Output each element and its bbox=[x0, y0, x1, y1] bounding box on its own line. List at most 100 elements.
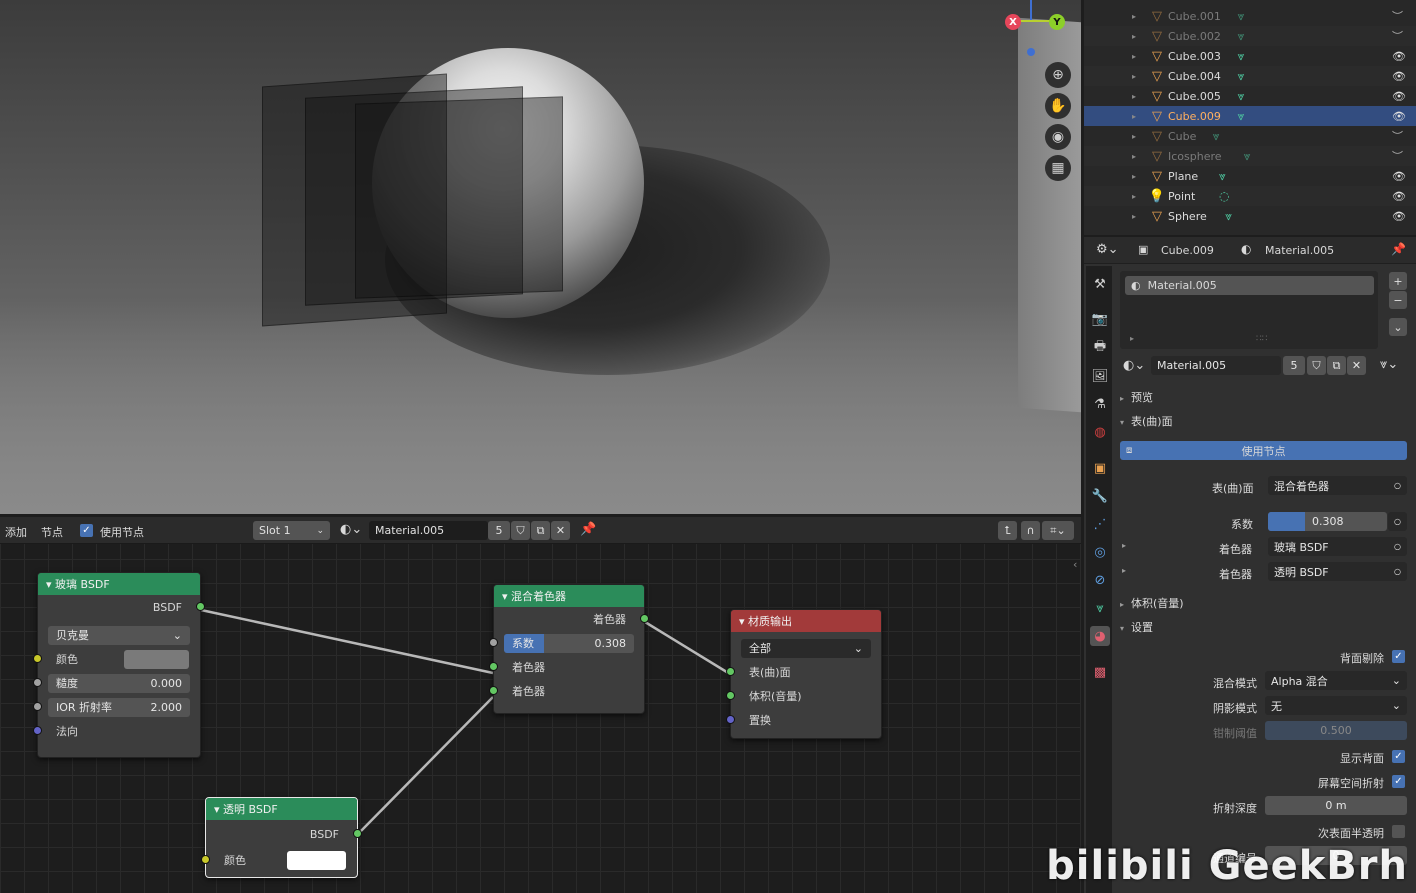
mesh-data-icon[interactable]: ⩔ bbox=[1244, 149, 1251, 164]
output-surface-socket[interactable] bbox=[726, 667, 735, 676]
mesh-data-icon[interactable]: ⩔ bbox=[1238, 89, 1245, 104]
mesh-data-icon[interactable]: ⩔ bbox=[1238, 49, 1245, 64]
mesh-object-icon[interactable]: ▽ bbox=[1150, 169, 1164, 184]
add-slot-button[interactable]: + bbox=[1389, 272, 1407, 290]
expand-arrow-icon[interactable]: ▸ bbox=[1132, 192, 1136, 201]
mesh-data-tab-icon[interactable]: ⩔ bbox=[1090, 598, 1110, 618]
mesh-data-icon[interactable]: ⩔ bbox=[1238, 9, 1245, 24]
remove-slot-button[interactable]: − bbox=[1389, 291, 1407, 309]
expand-arrow-icon[interactable]: ▸ bbox=[1132, 172, 1136, 181]
material-slot-list[interactable]: ◐ Material.005 ∷∷ ▸ bbox=[1120, 271, 1378, 349]
render-tab-icon[interactable]: 📷 bbox=[1090, 309, 1110, 329]
mesh-object-icon[interactable]: ▽ bbox=[1150, 69, 1164, 84]
mesh-data-icon[interactable]: ⩔ bbox=[1238, 109, 1245, 124]
blend-mode-dropdown[interactable]: Alpha 混合 ⌄ bbox=[1265, 671, 1407, 690]
expand-arrow-icon[interactable]: ▸ bbox=[1132, 52, 1136, 61]
mix-node-header[interactable]: ▾ 混合着色器 bbox=[494, 585, 644, 607]
visibility-eye-icon[interactable]: 👁 bbox=[1392, 90, 1406, 103]
shader2-expand-arrow-icon[interactable]: ▸ bbox=[1122, 566, 1126, 575]
sss-translucency-checkbox[interactable] bbox=[1392, 825, 1405, 838]
visibility-eye-icon[interactable]: 👁 bbox=[1392, 210, 1406, 223]
outliner-item-name[interactable]: Cube.009 bbox=[1168, 110, 1221, 123]
light-object-icon[interactable]: 💡 bbox=[1149, 189, 1165, 204]
outliner-row[interactable]: ▸ ▽ Sphere ⩔ 👁 bbox=[1084, 206, 1416, 226]
light-data-icon[interactable]: ◌ bbox=[1219, 189, 1229, 203]
output-displacement-socket[interactable] bbox=[726, 715, 735, 724]
ssr-refraction-checkbox[interactable]: ✓ bbox=[1392, 775, 1405, 788]
visibility-eye-icon[interactable]: 👁 bbox=[1392, 50, 1406, 63]
settings-section-header[interactable]: ▾ 设置 bbox=[1120, 619, 1153, 635]
outliner-row[interactable]: ▸ ▽ Cube.002 ⩔ ︶ bbox=[1084, 26, 1416, 46]
mesh-object-icon[interactable]: ▽ bbox=[1150, 109, 1164, 124]
outliner-row[interactable]: ▸ 💡 Point ◌ 👁 bbox=[1084, 186, 1416, 206]
collapse-arrow-icon[interactable]: ▾ bbox=[739, 615, 745, 628]
mesh-data-icon[interactable]: ⩔ bbox=[1219, 169, 1226, 184]
collapse-arrow-icon[interactable]: ▾ bbox=[46, 578, 52, 591]
preview-section-header[interactable]: ▸ 预览 bbox=[1120, 389, 1153, 405]
mix-shader1-socket[interactable] bbox=[489, 662, 498, 671]
mix-shader-node[interactable]: ▾ 混合着色器 着色器 系数 0.308 着色器 着色器 bbox=[489, 584, 649, 714]
outliner-row[interactable]: ▸ ▽ Plane ⩔ 👁 bbox=[1084, 166, 1416, 186]
collapse-arrow-icon[interactable]: ▾ bbox=[214, 803, 220, 816]
collapse-arrow-icon[interactable]: ▾ bbox=[502, 590, 508, 603]
mesh-object-icon[interactable]: ▽ bbox=[1150, 49, 1164, 64]
refraction-depth-field[interactable]: 0 m bbox=[1265, 796, 1407, 815]
expand-arrow-icon[interactable]: ▸ bbox=[1132, 132, 1136, 141]
mix-output-socket[interactable] bbox=[640, 614, 649, 623]
world-tab-icon[interactable]: ◍ bbox=[1090, 422, 1110, 442]
show-backface-checkbox[interactable]: ✓ bbox=[1392, 750, 1405, 763]
expand-arrow-icon[interactable]: ▸ bbox=[1132, 12, 1136, 21]
mesh-object-icon[interactable]: ▽ bbox=[1150, 29, 1164, 44]
mesh-object-icon[interactable]: ▽ bbox=[1150, 129, 1164, 144]
outliner-item-name[interactable]: Sphere bbox=[1168, 210, 1207, 223]
outliner-item-name[interactable]: Cube.004 bbox=[1168, 70, 1221, 83]
output-volume-socket[interactable] bbox=[726, 691, 735, 700]
editor-type-icon[interactable]: ⚙⌄ bbox=[1096, 242, 1119, 257]
use-nodes-button[interactable]: ⧈ 使用节点 bbox=[1120, 441, 1407, 460]
pin-icon[interactable]: 📌 bbox=[1391, 242, 1406, 256]
transparent-color-socket[interactable] bbox=[201, 855, 210, 864]
mix-fac-socket[interactable] bbox=[489, 638, 498, 647]
outliner-row[interactable]: ▸ ▽ Cube.005 ⩔ 👁 bbox=[1084, 86, 1416, 106]
material-slot-item[interactable]: ◐ Material.005 bbox=[1125, 276, 1374, 295]
outliner-item-name[interactable]: Point bbox=[1168, 190, 1195, 203]
visibility-eye-icon[interactable]: ︶ bbox=[1392, 128, 1403, 144]
outliner-item-name[interactable]: Cube.001 bbox=[1168, 10, 1221, 23]
scene-tab-icon[interactable]: ⚗ bbox=[1090, 394, 1110, 414]
transparent-bsdf-node[interactable]: ▾ 透明 BSDF BSDF 颜色 bbox=[201, 797, 362, 878]
mesh-data-icon[interactable]: ⩔ bbox=[1225, 209, 1232, 224]
fac-link-dot-icon[interactable]: ○ bbox=[1388, 512, 1407, 531]
roughness-socket[interactable] bbox=[33, 678, 42, 687]
ior-field[interactable]: IOR 折射率 2.000 bbox=[48, 697, 190, 717]
object-tab-icon[interactable]: ▣ bbox=[1090, 458, 1110, 478]
material-name-field[interactable]: Material.005 bbox=[1151, 356, 1281, 375]
visibility-eye-icon[interactable]: ︶ bbox=[1392, 148, 1403, 164]
glass-color-swatch[interactable] bbox=[124, 650, 189, 669]
surface-section-header[interactable]: ▾ 表(曲)面 bbox=[1120, 413, 1173, 429]
modifier-tab-icon[interactable]: 🔧 bbox=[1090, 486, 1110, 506]
texture-tab-icon[interactable]: ▩ bbox=[1090, 662, 1110, 682]
outliner-row[interactable]: ▸ ▽ Cube.003 ⩔ 👁 bbox=[1084, 46, 1416, 66]
outliner-row[interactable]: ▸ ▽ Cube ⩔ ︶ bbox=[1084, 126, 1416, 146]
mesh-object-icon[interactable]: ▽ bbox=[1150, 149, 1164, 164]
outliner-row[interactable]: ▸ ▽ Cube.001 ⩔ ︶ bbox=[1084, 6, 1416, 26]
distribution-dropdown[interactable]: 贝克曼 ⌄ bbox=[48, 625, 190, 645]
expand-arrow-icon[interactable]: ▸ bbox=[1130, 334, 1134, 343]
shader1-expand-arrow-icon[interactable]: ▸ bbox=[1122, 541, 1126, 550]
header-object-name[interactable]: Cube.009 bbox=[1161, 244, 1214, 257]
sidebar-toggle-arrow-icon[interactable]: ‹ bbox=[1073, 558, 1077, 571]
slot-specials-chevron-icon[interactable]: ⌄ bbox=[1389, 318, 1407, 336]
shader1-selector[interactable]: 玻璃 BSDF ○ bbox=[1268, 537, 1407, 556]
physics-tab-icon[interactable]: ◎ bbox=[1090, 542, 1110, 562]
shadow-mode-dropdown[interactable]: 无 ⌄ bbox=[1265, 696, 1407, 715]
outliner-item-name[interactable]: Cube.003 bbox=[1168, 50, 1221, 63]
material-output-node[interactable]: ▾ 材质输出 全部 ⌄ 表(曲)面 体积(音量) 置换 bbox=[726, 609, 882, 739]
mesh-data-icon[interactable]: ⩔ bbox=[1238, 69, 1245, 84]
material-browse-icon[interactable]: ◐⌄ bbox=[1123, 358, 1145, 373]
output-target-dropdown[interactable]: 全部 ⌄ bbox=[741, 638, 871, 658]
expand-arrow-icon[interactable]: ▸ bbox=[1132, 152, 1136, 161]
expand-arrow-icon[interactable]: ▸ bbox=[1132, 212, 1136, 221]
visibility-eye-icon[interactable]: 👁 bbox=[1392, 190, 1406, 203]
fac-slider[interactable]: 0.308 bbox=[1268, 512, 1387, 531]
visibility-eye-icon[interactable]: ︶ bbox=[1392, 8, 1403, 24]
